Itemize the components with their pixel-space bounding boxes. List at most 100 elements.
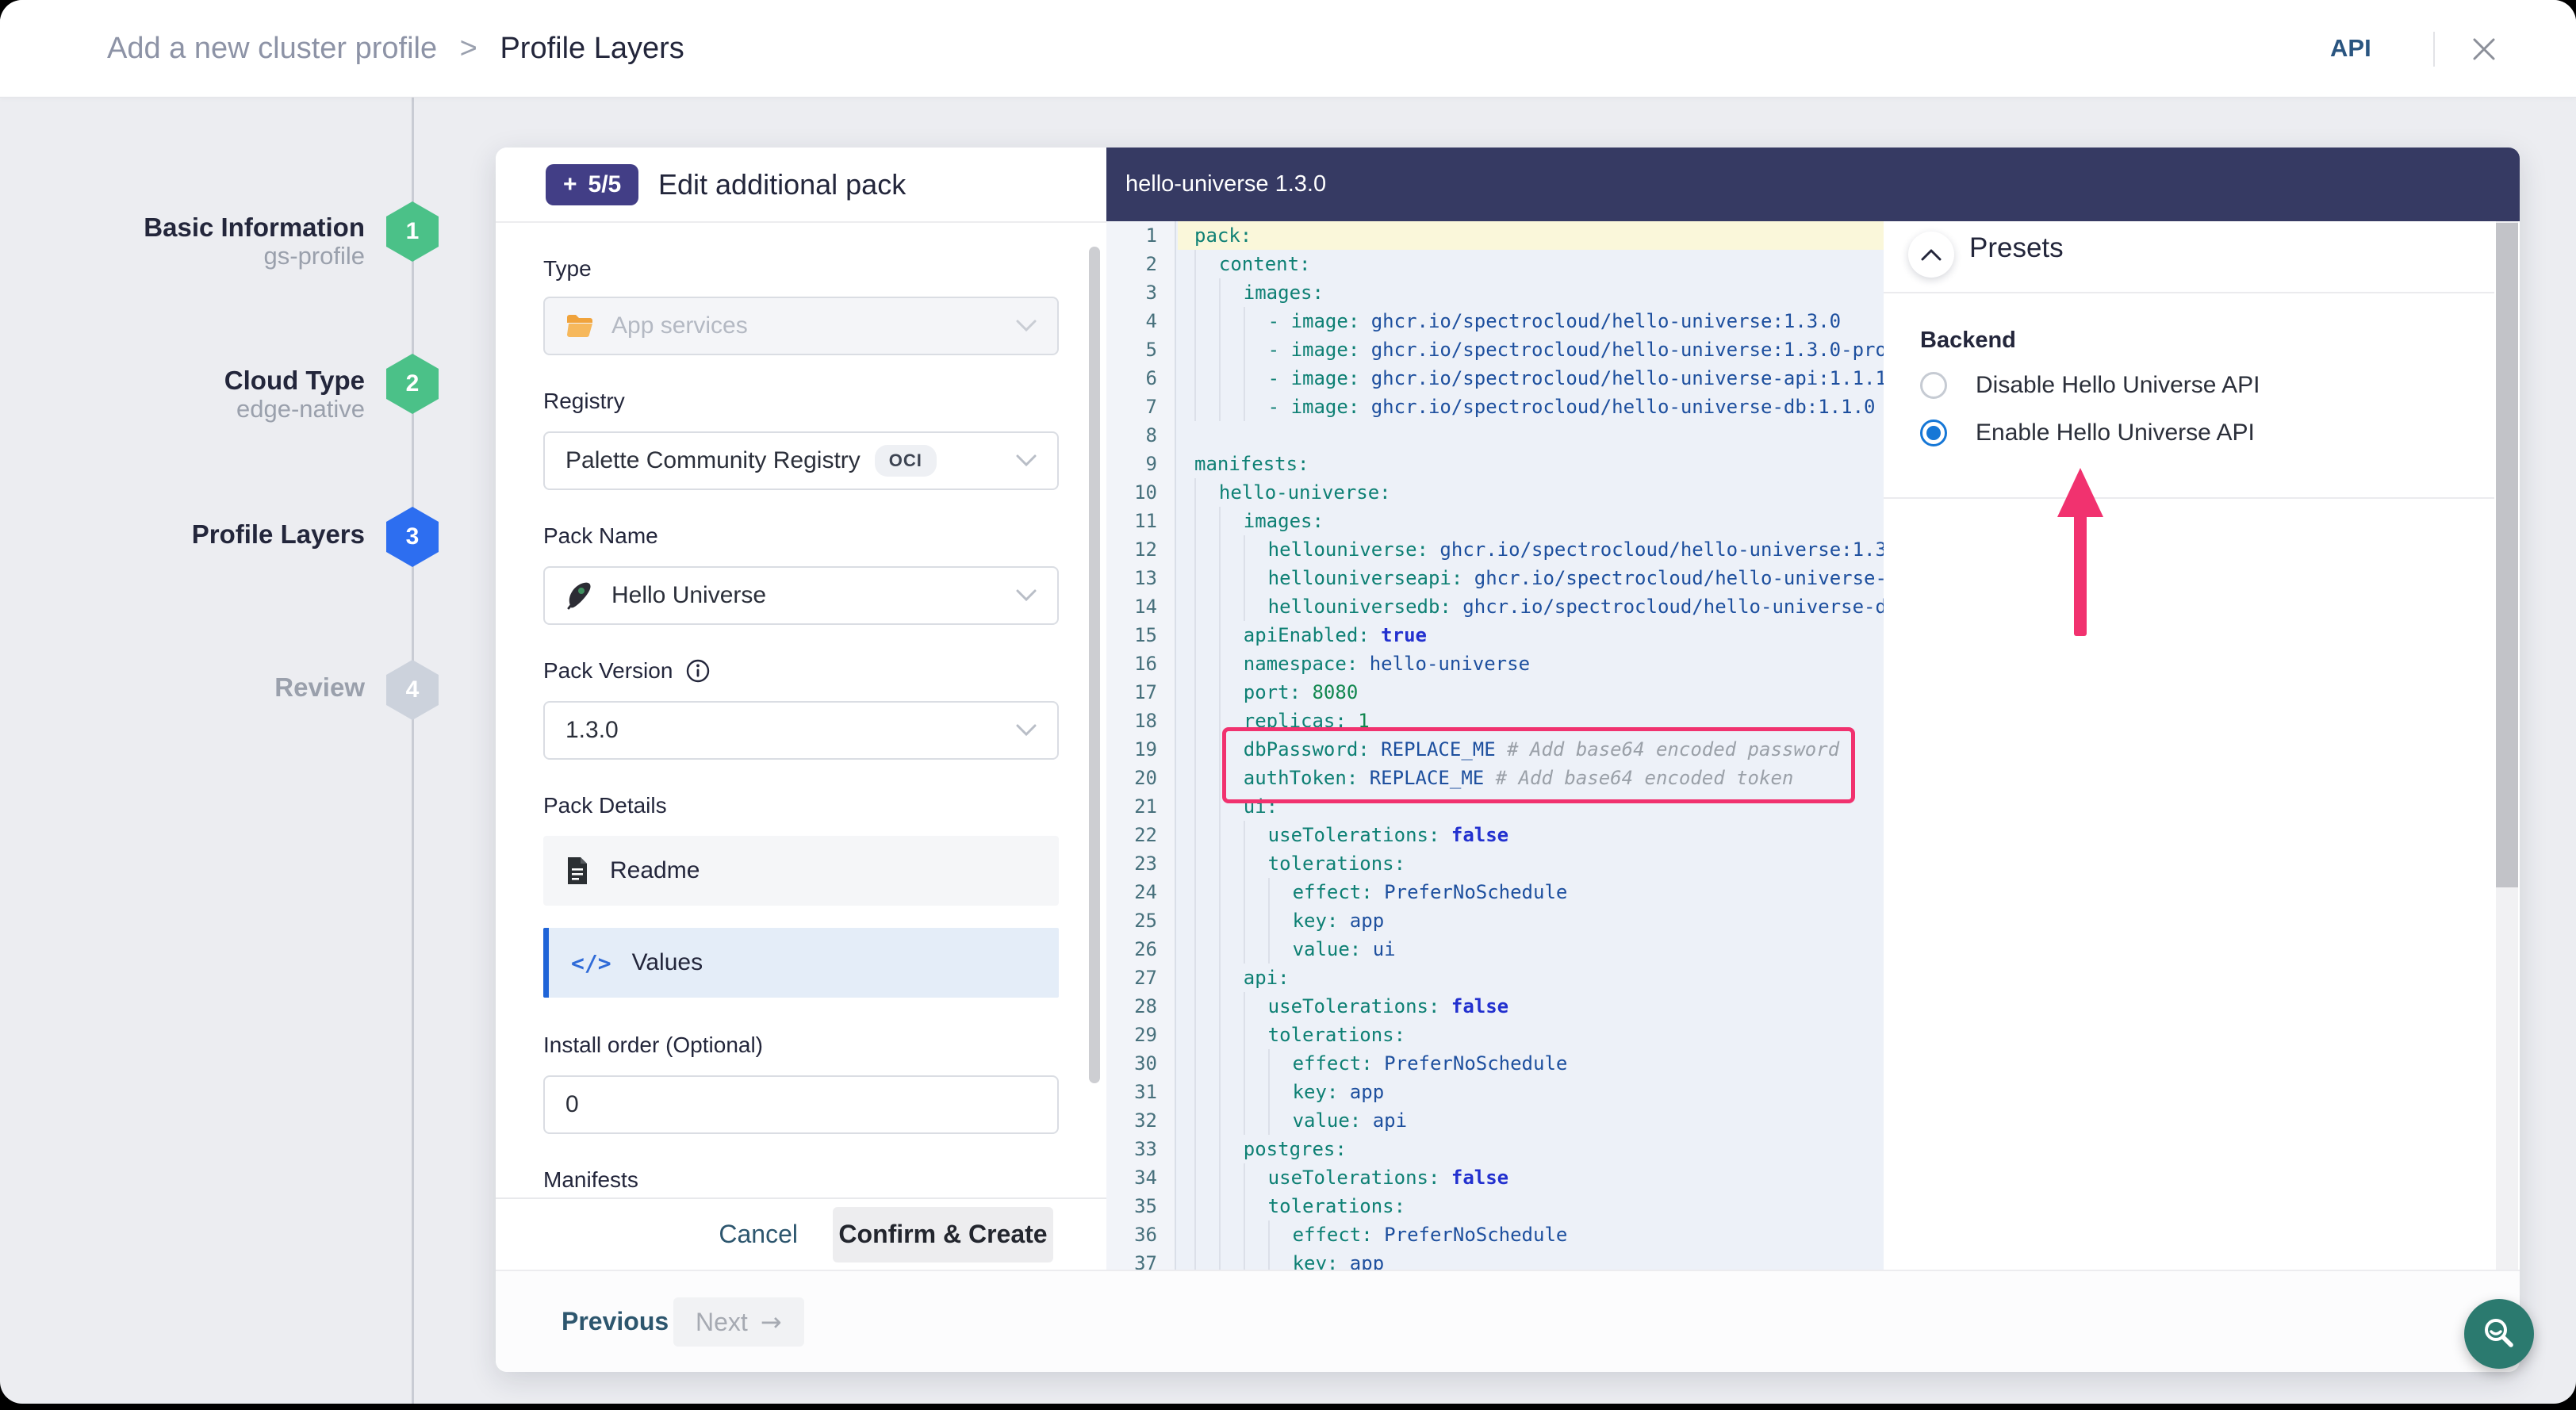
code-line: hellouniversedb: ghcr.io/spectrocloud/he… <box>1178 592 1884 621</box>
preset-radio-option-0[interactable]: Disable Hello Universe API <box>1920 372 2260 399</box>
code-line: value: ui <box>1178 935 1884 964</box>
code-line: - image: ghcr.io/spectrocloud/hello-univ… <box>1178 364 1884 393</box>
preset-option-label: Disable Hello Universe API <box>1976 372 2260 399</box>
preset-radio-selected[interactable]: Enable Hello Universe API <box>1920 420 2255 446</box>
plus-icon: + <box>563 171 577 198</box>
collapse-presets-button[interactable] <box>1908 232 1954 278</box>
line-number: 28 <box>1106 992 1175 1021</box>
chevron-down-icon <box>1016 589 1037 602</box>
code-line: authToken: REPLACE_ME # Add base64 encod… <box>1178 764 1884 792</box>
line-number: 4 <box>1106 307 1175 335</box>
form-header: + 5/5 Edit additional pack <box>496 148 1106 223</box>
line-number: 13 <box>1106 564 1175 592</box>
dialog-scrollbar[interactable] <box>2496 221 2518 1270</box>
code-line: hellouniverseapi: ghcr.io/spectrocloud/h… <box>1178 564 1884 592</box>
line-number: 6 <box>1106 364 1175 393</box>
yaml-editor[interactable]: 1234567891011121314151617181920212223242… <box>1106 221 1884 1270</box>
code-line: images: <box>1178 507 1884 535</box>
line-number: 3 <box>1106 278 1175 307</box>
backend-group-label: Backend <box>1920 328 2016 354</box>
radio-icon[interactable] <box>1920 372 1947 399</box>
line-number: 10 <box>1106 478 1175 507</box>
line-number: 20 <box>1106 764 1175 792</box>
pack-version-label-row: Pack Version <box>543 658 711 684</box>
line-number: 30 <box>1106 1049 1175 1078</box>
code-line: images: <box>1178 278 1884 307</box>
divider <box>1884 497 2494 499</box>
registry-value: Palette Community Registry <box>565 447 861 474</box>
pack-version-select[interactable]: 1.3.0 <box>543 701 1059 760</box>
manifests-label: Manifests <box>543 1167 638 1193</box>
code-line: effect: PreferNoSchedule <box>1178 878 1884 906</box>
api-button[interactable]: API <box>2330 0 2371 97</box>
code-line: value: api <box>1178 1106 1884 1135</box>
type-select[interactable]: App services <box>543 297 1059 355</box>
editor-code: pack:content:images:- image: ghcr.io/spe… <box>1178 221 1884 1270</box>
step-hexagon-2[interactable]: 2 <box>386 354 439 414</box>
form-footer: Cancel Confirm & Create <box>496 1197 1106 1270</box>
pack-count-badge: + 5/5 <box>546 164 638 205</box>
step-hexagon-4[interactable]: 4 <box>386 660 439 720</box>
code-line: hellouniverse: ghcr.io/spectrocloud/hell… <box>1178 535 1884 564</box>
presets-panel: Presets Backend Disable Hello Universe A… <box>1884 221 2494 1270</box>
stepper-item-basic-information[interactable]: Basic Information <box>32 213 365 243</box>
search-fab-button[interactable] <box>2464 1299 2534 1369</box>
pack-name-value: Hello Universe <box>611 582 766 609</box>
install-order-input[interactable]: 0 <box>543 1075 1059 1134</box>
code-line: port: 8080 <box>1178 678 1884 707</box>
line-number: 27 <box>1106 964 1175 992</box>
close-icon[interactable] <box>2468 33 2500 65</box>
registry-select[interactable]: Palette Community Registry OCI <box>543 431 1059 490</box>
info-icon[interactable] <box>685 658 711 684</box>
annotation-arrow <box>2057 468 2103 636</box>
chevron-down-icon <box>1016 454 1037 467</box>
line-number: 17 <box>1106 678 1175 707</box>
line-number: 37 <box>1106 1249 1175 1270</box>
tab-values[interactable]: </> Values <box>543 928 1059 998</box>
confirm-create-button[interactable]: Confirm & Create <box>833 1207 1053 1262</box>
line-number: 2 <box>1106 250 1175 278</box>
editor-gutter: 1234567891011121314151617181920212223242… <box>1106 221 1176 1270</box>
hello-universe-logo-icon <box>565 581 592 610</box>
page-title: Profile Layers <box>500 32 684 65</box>
type-label: Type <box>543 256 592 282</box>
line-number: 36 <box>1106 1220 1175 1249</box>
line-number: 12 <box>1106 535 1175 564</box>
line-number: 23 <box>1106 849 1175 878</box>
code-line: effect: PreferNoSchedule <box>1178 1220 1884 1249</box>
readme-tab-label: Readme <box>610 857 700 884</box>
editor-header: hello-universe 1.3.0 Use defaults <box>1106 148 2520 221</box>
line-number: 31 <box>1106 1078 1175 1106</box>
pack-count: 5/5 <box>588 171 622 198</box>
code-line: manifests: <box>1178 450 1884 478</box>
stepper-item-profile-layers[interactable]: Profile Layers <box>32 519 365 550</box>
cancel-button[interactable]: Cancel <box>719 1220 798 1249</box>
oci-badge: OCI <box>875 445 937 477</box>
dialog-scrollbar-thumb[interactable] <box>2496 223 2518 887</box>
pack-name-select[interactable]: Hello Universe <box>543 566 1059 625</box>
line-number: 14 <box>1106 592 1175 621</box>
radio-selected-icon[interactable] <box>1920 420 1947 446</box>
code-line: tolerations: <box>1178 1192 1884 1220</box>
breadcrumb-separator: > <box>460 32 477 65</box>
next-button-label: Next <box>696 1308 748 1337</box>
previous-button[interactable]: Previous <box>562 1271 669 1372</box>
stepper-item-review[interactable]: Review <box>32 672 365 703</box>
document-icon <box>565 856 589 886</box>
code-line: useTolerations: false <box>1178 1163 1884 1192</box>
breadcrumb-parent-link[interactable]: Add a new cluster profile <box>107 32 437 65</box>
step-hexagon-3[interactable]: 3 <box>386 507 439 567</box>
tab-readme[interactable]: Readme <box>543 836 1059 906</box>
code-line: key: app <box>1178 1078 1884 1106</box>
chevron-down-icon <box>1016 724 1037 737</box>
code-line: - image: ghcr.io/spectrocloud/hello-univ… <box>1178 335 1884 364</box>
code-line: api: <box>1178 964 1884 992</box>
code-line: apiEnabled: true <box>1178 621 1884 649</box>
next-button[interactable]: Next → <box>673 1297 804 1347</box>
stepper-sublabel: gs-profile <box>32 242 365 270</box>
form-scrollbar-thumb[interactable] <box>1089 247 1100 1083</box>
stepper-item-cloud-type[interactable]: Cloud Type <box>32 366 365 396</box>
code-icon: </> <box>571 950 611 976</box>
step-hexagon-1[interactable]: 1 <box>386 201 439 262</box>
code-line: content: <box>1178 250 1884 278</box>
